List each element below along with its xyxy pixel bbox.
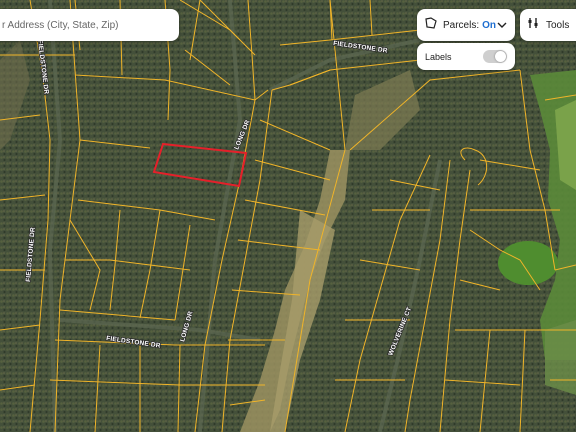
labels-label: Labels <box>425 51 452 62</box>
search-input[interactable] <box>2 19 179 31</box>
search-box[interactable] <box>0 9 179 41</box>
tools-icon <box>528 16 539 34</box>
fairway-area <box>545 320 576 395</box>
green-area <box>498 241 558 285</box>
parcel-layer-icon <box>425 16 437 34</box>
parcels-label: Parcels: <box>443 19 480 31</box>
labels-control[interactable]: Labels <box>417 43 515 70</box>
toggle-knob <box>495 51 506 62</box>
parcels-state: On <box>482 19 497 31</box>
parcels-control[interactable]: Parcels: On <box>417 9 515 41</box>
tools-label: Tools <box>546 19 570 31</box>
labels-toggle[interactable] <box>483 50 507 63</box>
tools-button[interactable]: Tools <box>520 9 576 41</box>
chevron-down-icon[interactable] <box>497 16 507 34</box>
